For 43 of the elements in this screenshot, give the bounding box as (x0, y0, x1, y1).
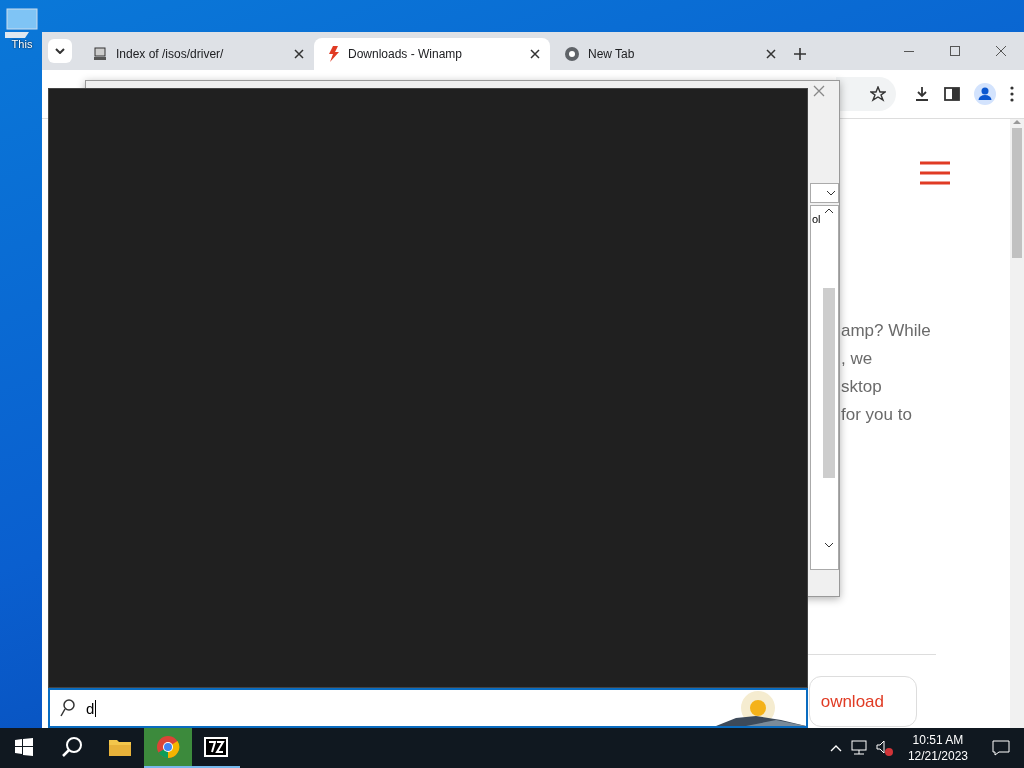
search-query: d (86, 699, 97, 717)
chevron-down-icon[interactable] (824, 542, 834, 548)
chevron-down-icon (826, 190, 836, 196)
browser-tab[interactable]: Index of /isos/driver/ (78, 38, 314, 70)
profile-icon[interactable] (974, 83, 996, 105)
desktop-icon-label[interactable]: This (11, 38, 33, 50)
side-panel-icon[interactable] (944, 86, 960, 102)
volume-muted-icon[interactable] (875, 740, 894, 756)
tab-title: New Tab (588, 47, 636, 61)
intro-paragraph: amp? While , we sktop for you to (841, 320, 931, 426)
column-header[interactable]: ol (812, 213, 821, 225)
network-icon[interactable] (849, 740, 868, 756)
browser-tab[interactable]: New Tab (550, 38, 786, 70)
download-icon[interactable] (914, 86, 930, 102)
chevron-up-icon[interactable] (824, 208, 834, 214)
new-tab-icon[interactable] (794, 48, 806, 60)
close-icon[interactable] (294, 49, 304, 59)
scrollbar[interactable] (1010, 119, 1024, 728)
chevron-down-icon (55, 48, 65, 54)
search-field[interactable]: d (48, 688, 808, 728)
browser-tab[interactable]: Downloads - Winamp (314, 38, 550, 70)
close-icon[interactable] (530, 49, 540, 59)
tab-search-button[interactable] (48, 39, 72, 63)
archive-icon (204, 737, 228, 757)
search-icon (60, 699, 76, 717)
search-icon (61, 736, 83, 758)
download-button[interactable]: ownload (809, 676, 917, 727)
star-icon[interactable] (870, 86, 886, 102)
clock-time[interactable]: 10:51 AM (912, 732, 964, 748)
notification-icon[interactable] (992, 740, 1010, 756)
scrollbar[interactable] (822, 208, 836, 548)
address-bar[interactable] (836, 77, 896, 111)
close-icon[interactable] (766, 49, 776, 59)
clock-date[interactable]: 12/21/2023 (907, 748, 968, 764)
menu-icon[interactable] (1010, 86, 1014, 102)
tab-title: Downloads - Winamp (348, 47, 464, 61)
tab-title: Index of /isos/driver/ (116, 47, 225, 61)
windows-logo-icon (15, 738, 33, 756)
computer-icon[interactable] (5, 8, 39, 38)
bolt-icon (328, 46, 340, 62)
scrollbar-thumb[interactable] (1012, 128, 1022, 258)
server-icon (92, 46, 108, 62)
folder-icon (108, 737, 132, 757)
